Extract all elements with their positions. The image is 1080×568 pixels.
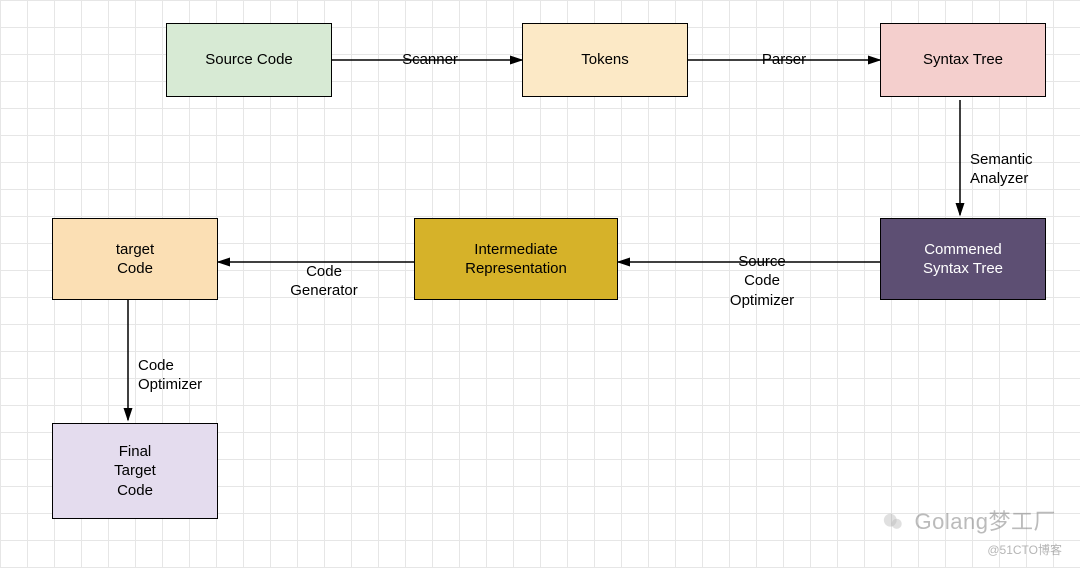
- node-target-code: target Code: [52, 218, 218, 300]
- node-label: Syntax Tree: [923, 50, 1003, 70]
- node-syntax-tree: Syntax Tree: [880, 23, 1046, 97]
- node-source-code: Source Code: [166, 23, 332, 97]
- node-label: Intermediate Representation: [465, 240, 567, 279]
- edge-label-source-code-optimizer: Source Code Optimizer: [712, 232, 812, 310]
- attribution: @51CTO博客: [987, 541, 1062, 558]
- diagram-canvas: Source Code Tokens Syntax Tree Commened …: [0, 0, 1080, 568]
- edge-label-code-optimizer: Code Optimizer: [138, 336, 238, 395]
- node-label: target Code: [116, 240, 154, 279]
- node-commened-syntax-tree: Commened Syntax Tree: [880, 218, 1046, 300]
- node-label: Commened Syntax Tree: [923, 240, 1003, 279]
- node-label: Final Target Code: [114, 442, 156, 501]
- edge-label-parser: Parser: [748, 50, 820, 70]
- node-intermediate-representation: Intermediate Representation: [414, 218, 618, 300]
- node-final-target-code: Final Target Code: [52, 423, 218, 519]
- watermark-text: Golang梦工厂: [915, 509, 1056, 534]
- node-tokens: Tokens: [522, 23, 688, 97]
- edge-label-semantic-analyzer: Semantic Analyzer: [970, 130, 1060, 189]
- edge-label-scanner: Scanner: [390, 50, 470, 70]
- wechat-icon: [882, 509, 911, 534]
- watermark: Golang梦工厂: [882, 504, 1056, 536]
- edge-label-code-generator: Code Generator: [274, 242, 374, 301]
- node-label: Tokens: [581, 50, 629, 70]
- node-label: Source Code: [205, 50, 293, 70]
